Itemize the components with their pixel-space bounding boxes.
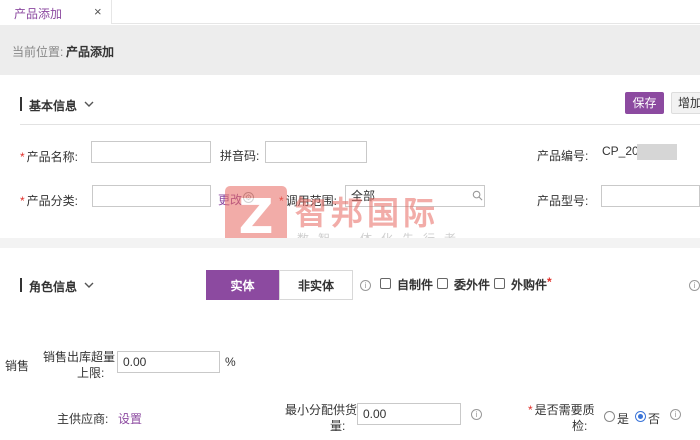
redaction-block bbox=[637, 144, 677, 160]
info-icon: i bbox=[471, 409, 482, 420]
tab-bar: 产品添加 × bbox=[0, 0, 700, 24]
close-icon[interactable]: × bbox=[94, 4, 102, 19]
checkbox-purchase-label: 外购件 bbox=[511, 278, 548, 292]
chevron-down-icon[interactable] bbox=[83, 279, 95, 291]
info-icon: i bbox=[360, 280, 371, 291]
pinyin-label: 拼音码: bbox=[220, 149, 260, 163]
checkbox-self-made[interactable] bbox=[380, 278, 391, 289]
qc-yes-label: 是 bbox=[617, 412, 630, 426]
tab-label: 产品添加 bbox=[14, 7, 63, 21]
divider bbox=[20, 124, 700, 125]
over-limit-label: 销售出库超量 bbox=[43, 350, 116, 364]
chevron-down-icon[interactable] bbox=[83, 98, 95, 110]
supplier-set-link[interactable]: 设置 bbox=[118, 410, 142, 427]
section-marker bbox=[20, 278, 22, 292]
watermark-title: 智邦国际 bbox=[295, 195, 440, 231]
model-label: 产品型号: bbox=[537, 194, 589, 208]
over-limit-label-2: 上限: bbox=[77, 366, 105, 380]
segment-physical[interactable]: 实体 bbox=[206, 270, 279, 300]
min-qty-label-2: 量: bbox=[330, 419, 346, 433]
category-input[interactable] bbox=[92, 185, 211, 207]
qc-label: * 是否需要质 bbox=[528, 403, 595, 417]
model-input[interactable] bbox=[601, 185, 700, 207]
role-info-title: 角色信息 bbox=[29, 280, 78, 294]
over-limit-input[interactable]: 0.00 bbox=[117, 351, 220, 373]
qc-no-radio[interactable] bbox=[635, 411, 646, 422]
section-marker bbox=[20, 97, 22, 111]
checkbox-purchase[interactable] bbox=[494, 278, 505, 289]
min-qty-input[interactable]: 0.00 bbox=[357, 403, 461, 425]
info-icon: i bbox=[670, 409, 681, 420]
save-button[interactable]: 保存 bbox=[625, 92, 664, 114]
category-label: * 产品分类: bbox=[20, 194, 79, 208]
pinyin-input[interactable] bbox=[265, 141, 367, 163]
info-icon: i bbox=[689, 280, 700, 291]
section-gap bbox=[0, 238, 700, 248]
sales-section-label: 销售 bbox=[5, 359, 30, 373]
qc-no-label: 否 bbox=[648, 412, 661, 426]
supplier-label: 主供应商: bbox=[57, 412, 109, 426]
segment-nonphysical[interactable]: 非实体 bbox=[279, 270, 353, 300]
qc-yes-radio[interactable] bbox=[604, 411, 615, 422]
add-button[interactable]: 增加 bbox=[671, 92, 700, 114]
product-name-label: * 产品名称: bbox=[20, 150, 79, 164]
tab-product-add[interactable]: 产品添加 × bbox=[0, 0, 112, 24]
basic-info-title: 基本信息 bbox=[29, 99, 78, 113]
checkbox-outsource[interactable] bbox=[437, 278, 448, 289]
qc-label-2: 检: bbox=[572, 419, 588, 433]
breadcrumb: 当前位置: 产品添加 bbox=[0, 25, 700, 75]
required-mark: * bbox=[547, 275, 552, 289]
product-code-label: 产品编号: bbox=[537, 149, 589, 163]
checkbox-self-made-label: 自制件 bbox=[397, 278, 434, 292]
breadcrumb-current: 产品添加 bbox=[66, 45, 115, 59]
checkbox-outsource-label: 委外件 bbox=[454, 278, 491, 292]
breadcrumb-prefix: 当前位置: bbox=[12, 45, 64, 59]
min-qty-label: 最小分配供货 bbox=[285, 403, 358, 417]
product-name-input[interactable] bbox=[91, 141, 211, 163]
percent-unit: % bbox=[225, 355, 236, 369]
